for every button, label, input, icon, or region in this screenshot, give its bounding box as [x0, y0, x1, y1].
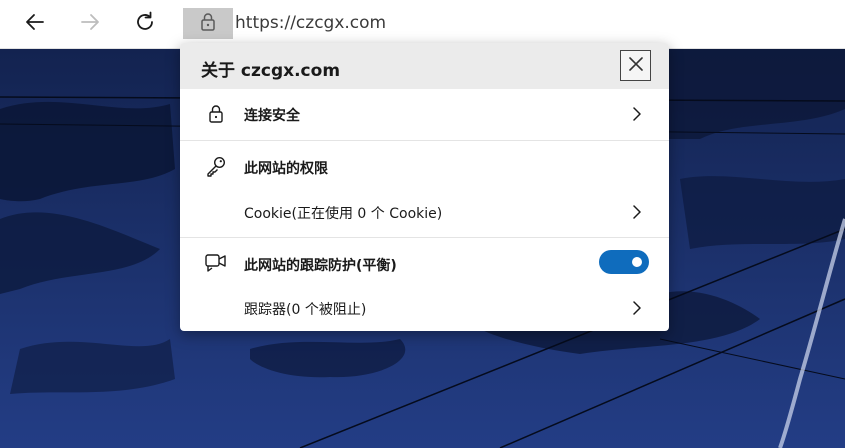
tracking-prevention-label: 此网站的跟踪防护(平衡)	[244, 258, 397, 274]
close-icon	[628, 56, 644, 76]
browser-toolbar: https://czcgx.com	[0, 0, 845, 49]
connection-secure-label: 连接安全	[244, 108, 300, 124]
browser-window: https://czcgx.com 关于 czcgx.com 连接安全 此网站的…	[0, 0, 845, 448]
lock-icon	[199, 12, 217, 36]
forward-button[interactable]	[74, 8, 106, 40]
refresh-icon	[133, 10, 157, 38]
back-arrow-icon	[23, 10, 47, 38]
permissions-section: 此网站的权限	[180, 141, 669, 189]
tracking-prevention-icon	[204, 250, 228, 274]
chevron-right-icon	[630, 204, 644, 220]
cookie-label: Cookie(正在使用 0 个 Cookie)	[244, 206, 443, 222]
tracking-prevention-row: 此网站的跟踪防护(平衡)	[180, 238, 669, 286]
tracking-prevention-toggle[interactable]	[599, 250, 649, 274]
trackers-label: 跟踪器(0 个被阻止)	[244, 302, 367, 318]
cookie-row[interactable]: Cookie(正在使用 0 个 Cookie)	[180, 189, 669, 236]
chevron-right-icon	[630, 106, 644, 122]
lock-icon	[204, 102, 228, 126]
key-icon	[204, 154, 228, 178]
trackers-row[interactable]: 跟踪器(0 个被阻止)	[180, 286, 669, 331]
refresh-button[interactable]	[129, 8, 161, 40]
popup-header: 关于 czcgx.com	[180, 43, 669, 89]
site-info-button[interactable]	[183, 8, 233, 39]
url-text[interactable]: https://czcgx.com	[235, 13, 386, 33]
address-bar[interactable]: https://czcgx.com	[180, 6, 845, 40]
popup-title: 关于 czcgx.com	[201, 61, 341, 81]
chevron-right-icon	[630, 300, 644, 316]
toggle-knob	[632, 257, 642, 267]
back-button[interactable]	[19, 8, 51, 40]
permissions-heading: 此网站的权限	[244, 161, 328, 177]
site-info-popup: 关于 czcgx.com 连接安全 此网站的权限 Cookie(正在使用 0 个…	[180, 43, 669, 331]
forward-arrow-icon	[78, 10, 102, 38]
close-button[interactable]	[620, 50, 651, 81]
connection-secure-row[interactable]: 连接安全	[180, 89, 669, 139]
